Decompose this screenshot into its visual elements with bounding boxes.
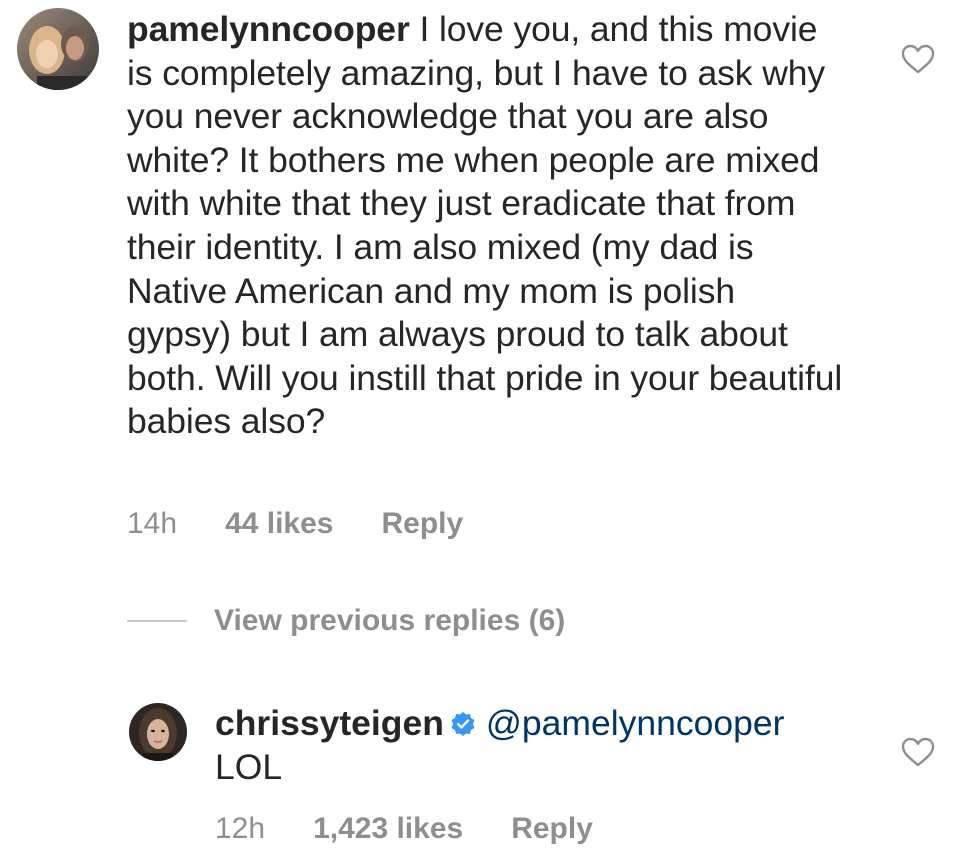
reply-comment-mention[interactable]: @pamelynncooper: [486, 703, 785, 743]
reply-comment: chrissyteigen @pamelynncooper LOL 12h 1,42…: [0, 0, 980, 860]
reply-comment-meta: 12h 1,423 likes Reply: [215, 812, 593, 846]
verified-badge-icon: [450, 704, 476, 736]
reply-comment-avatar[interactable]: [129, 703, 187, 761]
reply-comment-time: 12h: [215, 812, 266, 845]
reply-comment-reply-button[interactable]: Reply: [511, 812, 593, 846]
reply-comment-like-button[interactable]: [901, 737, 935, 767]
heart-outline-icon: [901, 737, 935, 767]
reply-comment-username[interactable]: chrissyteigen: [215, 703, 444, 743]
reply-comment-body: chrissyteigen @pamelynncooper LOL: [215, 702, 875, 789]
reply-comment-text: LOL: [215, 746, 283, 787]
avatar-photo-icon: [129, 703, 187, 761]
reply-comment-likes[interactable]: 1,423 likes: [313, 812, 463, 846]
